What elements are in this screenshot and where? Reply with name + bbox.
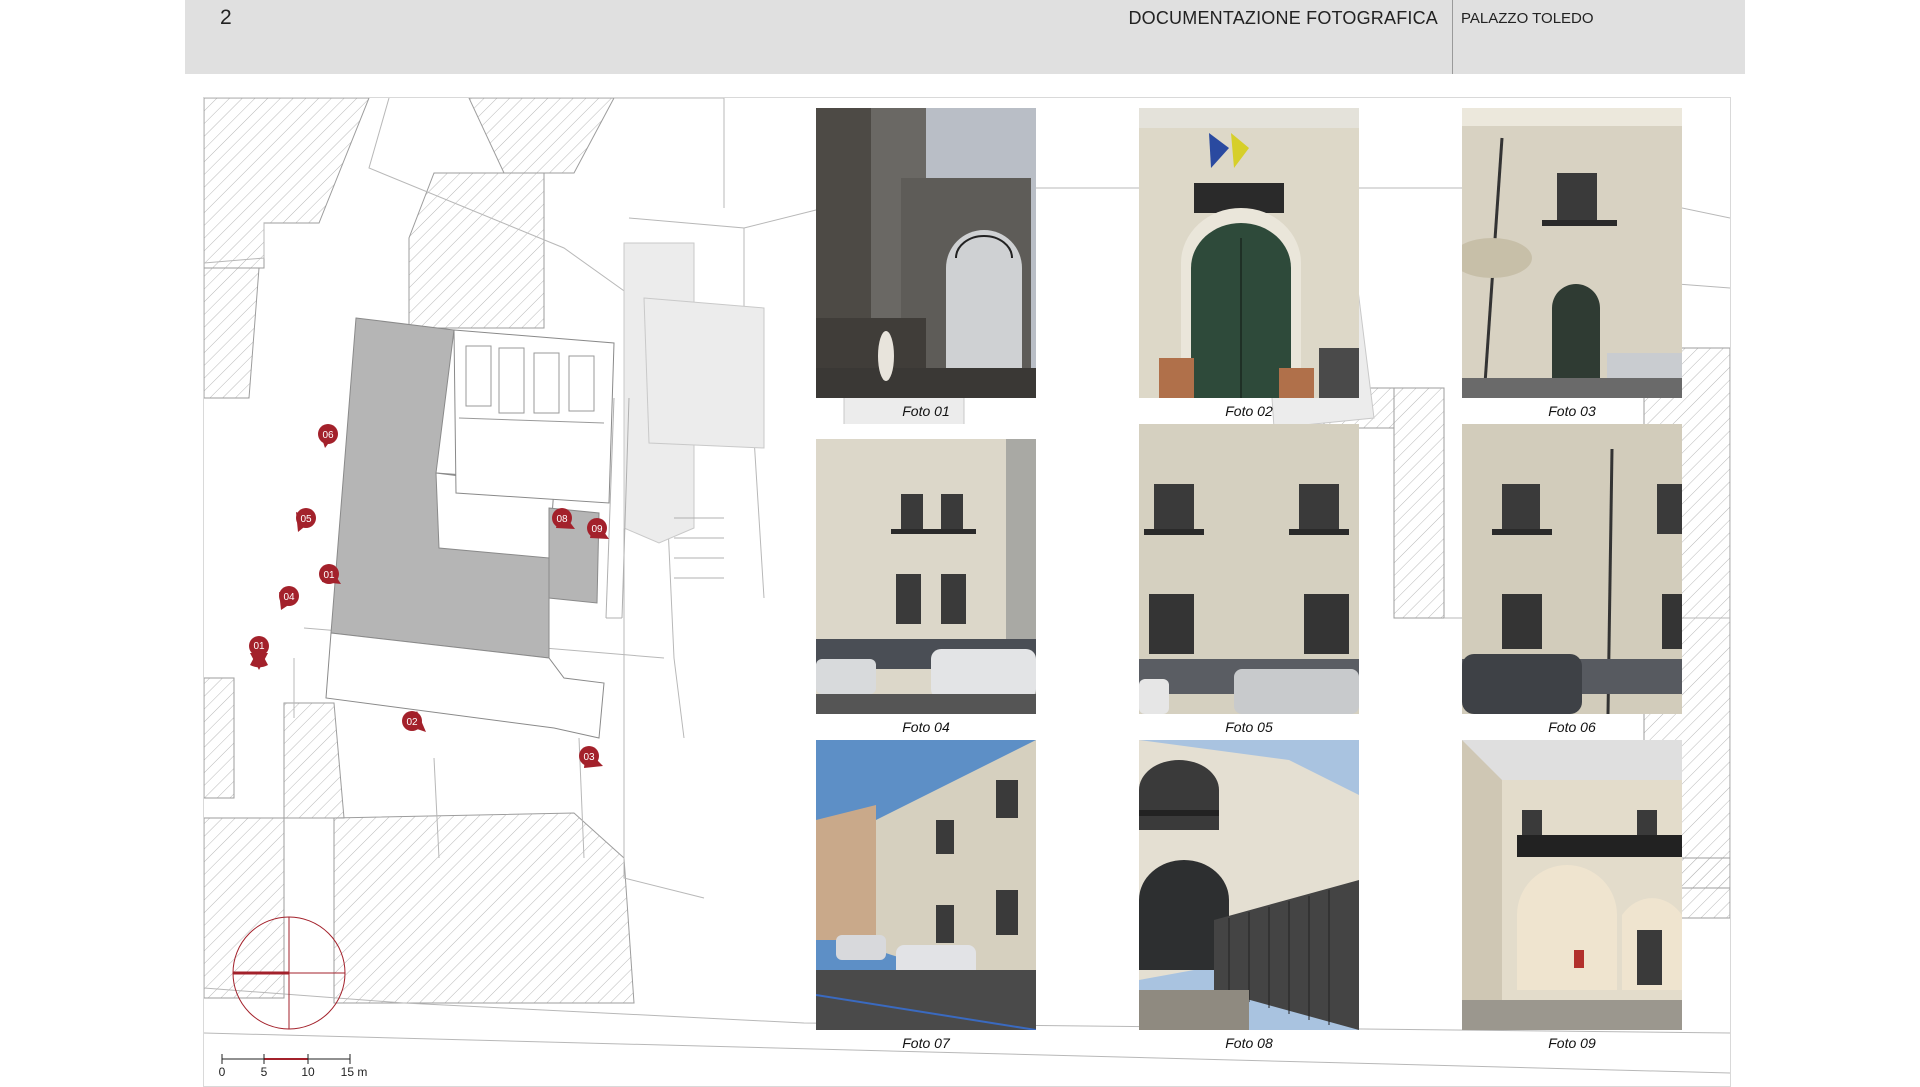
photo-cell-09[interactable]: Foto 09	[1462, 740, 1682, 1051]
marker-label: 09	[591, 524, 603, 535]
photo-caption-04: Foto 04	[902, 719, 950, 735]
scale-bar: 0 5 10 15 m	[219, 1054, 368, 1079]
photo-02[interactable]	[1139, 108, 1359, 398]
photo-09[interactable]	[1462, 740, 1682, 1030]
marker-label: 08	[556, 514, 568, 525]
marker-label: 02	[406, 717, 418, 728]
photo-cell-04[interactable]: Foto 04	[816, 424, 1036, 735]
photo-cell-06[interactable]: Foto 06	[1462, 424, 1682, 735]
photo-caption-09: Foto 09	[1548, 1035, 1596, 1051]
marker-label: 03	[583, 752, 595, 763]
photo-cell-01[interactable]: Foto 01	[816, 108, 1036, 419]
building-name: PALAZZO TOLEDO	[1461, 10, 1594, 27]
photo-caption-06: Foto 06	[1548, 719, 1596, 735]
marker-label: 06	[322, 430, 334, 441]
scale-tick-label: 10	[301, 1065, 315, 1079]
marker-label: 04	[283, 592, 295, 603]
scale-tick-label: 0	[219, 1065, 226, 1079]
photo-04[interactable]	[816, 424, 1036, 714]
page-number: 2	[220, 6, 232, 29]
photo-03[interactable]	[1462, 108, 1682, 398]
photo-caption-03: Foto 03	[1548, 403, 1596, 419]
photo-cell-05[interactable]: Foto 05	[1139, 424, 1359, 735]
marker-label: 05	[300, 514, 312, 525]
photo-caption-08: Foto 08	[1225, 1035, 1273, 1051]
scale-tick-label: 15 m	[341, 1065, 368, 1079]
photo-01[interactable]	[816, 108, 1036, 398]
photo-caption-07: Foto 07	[902, 1035, 950, 1051]
marker-label: 01	[323, 570, 335, 581]
photo-cell-07[interactable]: Foto 07	[816, 740, 1036, 1051]
scale-tick-label: 5	[261, 1065, 268, 1079]
photo-caption-01: Foto 01	[902, 403, 950, 419]
photo-08[interactable]	[1139, 740, 1359, 1030]
photo-05[interactable]	[1139, 424, 1359, 714]
photo-caption-02: Foto 02	[1225, 403, 1273, 419]
drawing-sheet: 01 02 03 04 05 06 01 08 09 0 5 10 15 m F…	[203, 97, 1731, 1087]
photo-06[interactable]	[1462, 424, 1682, 714]
document-title: DOCUMENTAZIONE FOTOGRAFICA	[1128, 8, 1438, 28]
photo-caption-05: Foto 05	[1225, 719, 1273, 735]
photo-07[interactable]	[816, 740, 1036, 1030]
photo-cell-02[interactable]: Foto 02	[1139, 108, 1359, 419]
header-divider	[1452, 0, 1453, 74]
photo-cell-08[interactable]: Foto 08	[1139, 740, 1359, 1051]
photo-cell-03[interactable]: Foto 03	[1462, 108, 1682, 419]
marker-label: 01	[253, 641, 265, 652]
